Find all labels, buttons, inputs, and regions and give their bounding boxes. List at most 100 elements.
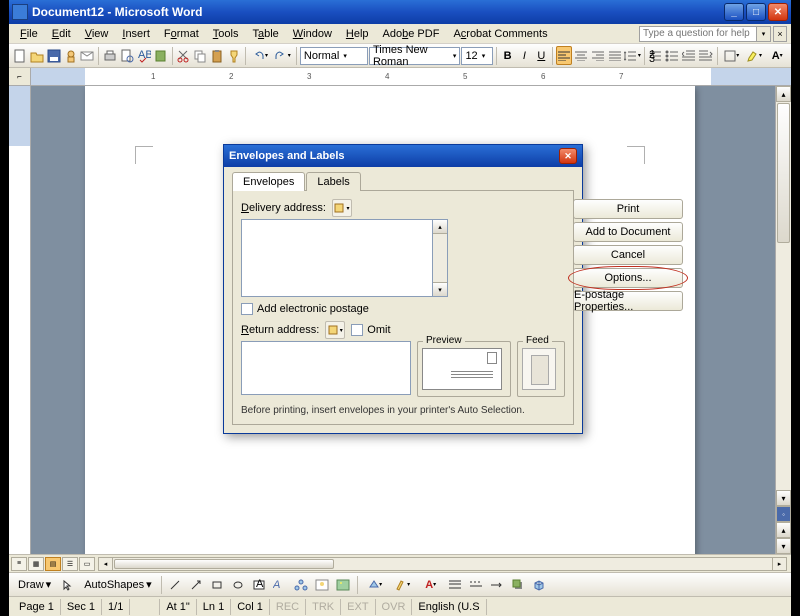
vertical-scrollbar[interactable]: ▴ ▾ ◦ ▴ ▾ xyxy=(775,86,791,554)
textbox-tool-button[interactable]: A xyxy=(250,575,269,594)
spellcheck-button[interactable]: ABC xyxy=(136,46,152,65)
view-outline-button[interactable]: ☰ xyxy=(62,557,78,571)
redo-button[interactable]: ▾ xyxy=(271,46,293,65)
close-button[interactable]: ✕ xyxy=(768,3,788,21)
scroll-down-button[interactable]: ▾ xyxy=(776,490,791,506)
omit-checkbox[interactable]: Omit xyxy=(351,324,390,336)
add-epostage-checkbox[interactable]: Add electronic postage xyxy=(241,303,565,315)
menu-window[interactable]: Window xyxy=(286,26,339,42)
scroll-right-button[interactable]: ▸ xyxy=(772,558,786,570)
return-address-textarea[interactable] xyxy=(241,341,411,395)
arrow-style-button[interactable] xyxy=(488,575,507,594)
horizontal-scrollbar[interactable]: ◂ ▸ xyxy=(98,557,787,571)
next-page-button[interactable]: ▾ xyxy=(776,538,791,554)
save-button[interactable] xyxy=(46,46,62,65)
scroll-thumb[interactable] xyxy=(777,103,790,243)
autoshapes-button[interactable]: AutoShapes ▾ xyxy=(79,576,156,593)
font-combo[interactable]: Times New Roman▾ xyxy=(369,47,460,65)
shadow-button[interactable] xyxy=(509,575,528,594)
underline-button[interactable]: U xyxy=(533,46,549,65)
align-left-button[interactable] xyxy=(556,46,572,65)
borders-button[interactable]: ▾ xyxy=(721,46,743,65)
ruler-horizontal[interactable]: ⌐ 1 2 3 4 5 6 7 xyxy=(9,68,791,86)
status-ovr[interactable]: OVR xyxy=(376,599,413,615)
scroll-up-icon[interactable]: ▴ xyxy=(433,220,447,234)
add-to-document-button[interactable]: Add to Document xyxy=(573,222,683,242)
bullets-button[interactable] xyxy=(665,46,681,65)
line-spacing-button[interactable]: ▾ xyxy=(624,46,641,65)
dialog-title-bar[interactable]: Envelopes and Labels ✕ xyxy=(224,145,582,167)
diagram-button[interactable] xyxy=(292,575,311,594)
prev-page-button[interactable]: ▴ xyxy=(776,522,791,538)
menu-format[interactable]: Format xyxy=(157,26,206,42)
scroll-down-icon[interactable]: ▾ xyxy=(433,282,447,296)
format-painter-button[interactable] xyxy=(226,46,242,65)
font-size-combo[interactable]: 12▾ xyxy=(461,47,492,65)
undo-button[interactable]: ▾ xyxy=(249,46,271,65)
doc-close-button[interactable]: × xyxy=(773,26,787,42)
menu-help[interactable]: Help xyxy=(339,26,376,42)
line-tool-button[interactable] xyxy=(166,575,185,594)
draw-font-color-button[interactable]: A▾ xyxy=(418,575,444,594)
highlight-button[interactable]: ▾ xyxy=(744,46,766,65)
menu-table[interactable]: Table xyxy=(245,26,285,42)
browse-object-button[interactable]: ◦ xyxy=(776,506,791,522)
select-objects-button[interactable] xyxy=(58,575,77,594)
permission-button[interactable] xyxy=(63,46,79,65)
fill-color-button[interactable]: ▾ xyxy=(362,575,388,594)
scroll-up-button[interactable]: ▴ xyxy=(776,86,791,102)
increase-indent-button[interactable] xyxy=(698,46,714,65)
menu-adobe-pdf[interactable]: Adobe PDF xyxy=(376,26,447,42)
epostage-properties-button[interactable]: E-postage Properties... xyxy=(573,291,683,311)
paste-button[interactable] xyxy=(209,46,225,65)
arrow-tool-button[interactable] xyxy=(187,575,206,594)
view-print-button[interactable]: ▤ xyxy=(45,557,61,571)
delivery-address-textarea[interactable] xyxy=(241,219,433,297)
status-language[interactable]: English (U.S xyxy=(412,599,486,615)
rectangle-tool-button[interactable] xyxy=(208,575,227,594)
research-button[interactable] xyxy=(153,46,169,65)
tab-selector[interactable]: ⌐ xyxy=(9,68,31,85)
return-address-book-button[interactable] xyxy=(325,321,345,339)
menu-file[interactable]: File xyxy=(13,26,45,42)
decrease-indent-button[interactable] xyxy=(681,46,697,65)
wordart-button[interactable]: A xyxy=(271,575,290,594)
menu-view[interactable]: View xyxy=(78,26,116,42)
view-web-button[interactable]: ▦ xyxy=(28,557,44,571)
print-preview-button[interactable] xyxy=(119,46,135,65)
minimize-button[interactable]: _ xyxy=(724,3,744,21)
justify-button[interactable] xyxy=(607,46,623,65)
print-button[interactable]: Print xyxy=(573,199,683,219)
insert-picture-button[interactable] xyxy=(334,575,353,594)
help-search-input[interactable] xyxy=(639,26,757,42)
preview-group[interactable]: Preview xyxy=(417,341,511,397)
print-button[interactable] xyxy=(102,46,118,65)
email-button[interactable] xyxy=(79,46,95,65)
bold-button[interactable]: B xyxy=(500,46,516,65)
open-button[interactable] xyxy=(29,46,45,65)
tab-labels[interactable]: Labels xyxy=(306,172,360,191)
address-book-button[interactable] xyxy=(332,199,352,217)
italic-button[interactable]: I xyxy=(517,46,533,65)
ruler-vertical[interactable] xyxy=(9,86,31,554)
menu-acrobat-comments[interactable]: Acrobat Comments xyxy=(446,26,554,42)
numbering-button[interactable]: 123 xyxy=(648,46,664,65)
cut-button[interactable] xyxy=(175,46,191,65)
menu-insert[interactable]: Insert xyxy=(115,26,157,42)
line-color-button[interactable]: ▾ xyxy=(390,575,416,594)
delivery-textarea-scrollbar[interactable]: ▴▾ xyxy=(433,219,448,297)
feed-group[interactable]: Feed xyxy=(517,341,565,397)
align-right-button[interactable] xyxy=(590,46,606,65)
new-doc-button[interactable] xyxy=(12,46,28,65)
help-search-dropdown[interactable]: ▾ xyxy=(757,26,771,42)
clipart-button[interactable] xyxy=(313,575,332,594)
font-color-button[interactable]: A▾ xyxy=(766,46,788,65)
dash-style-button[interactable] xyxy=(467,575,486,594)
style-combo[interactable]: Normal▾ xyxy=(300,47,368,65)
line-style-button[interactable] xyxy=(446,575,465,594)
copy-button[interactable] xyxy=(192,46,208,65)
maximize-button[interactable]: □ xyxy=(746,3,766,21)
menu-edit[interactable]: Edit xyxy=(45,26,78,42)
options-button[interactable]: Options... xyxy=(573,268,683,288)
oval-tool-button[interactable] xyxy=(229,575,248,594)
